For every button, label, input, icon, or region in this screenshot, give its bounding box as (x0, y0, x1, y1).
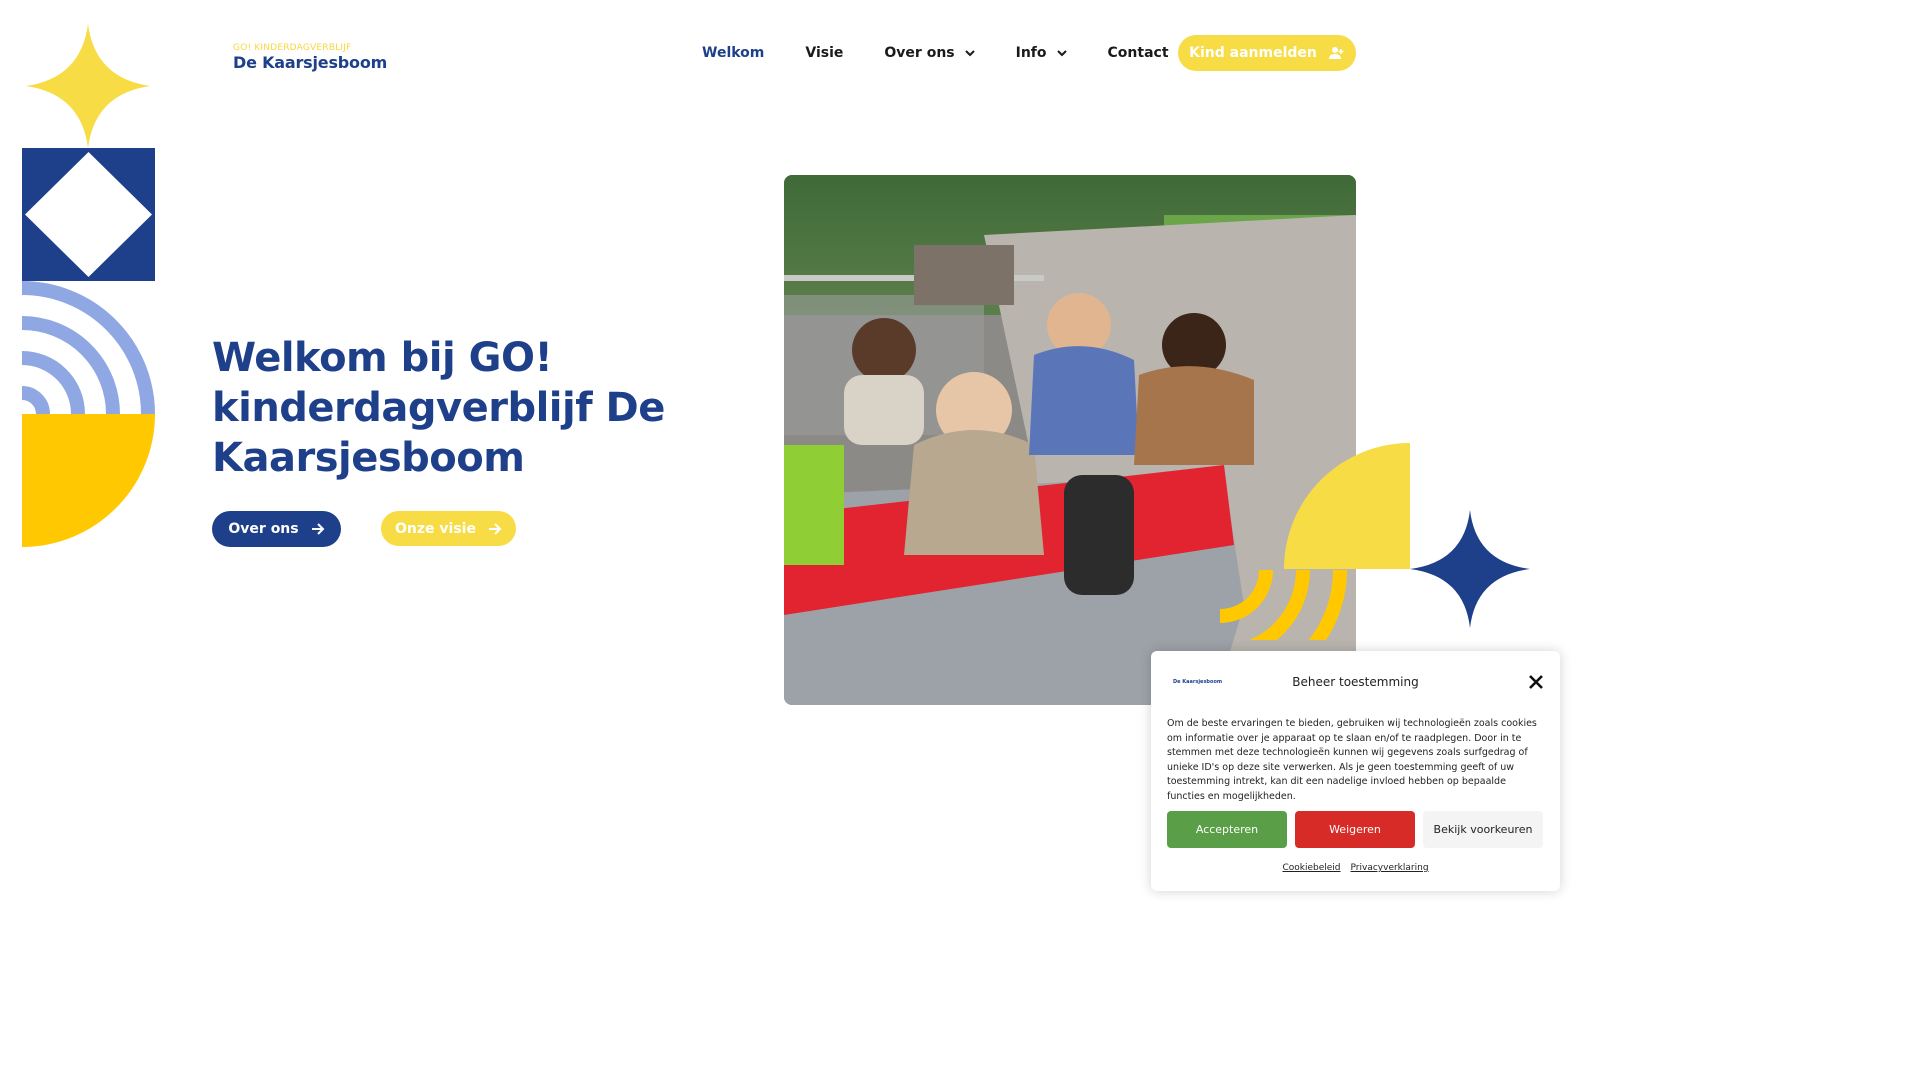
button-label: Onze visie (395, 520, 476, 537)
decorative-shapes-right (1219, 443, 1530, 640)
nav-item-label: Over ons (884, 45, 955, 61)
nav-item-label: Welkom (702, 45, 765, 61)
cookie-title: Beheer toestemming (1292, 675, 1419, 689)
nav-item-info[interactable]: Info (1016, 45, 1067, 61)
decorative-shapes-left (21, 24, 155, 547)
chevron-down-icon (964, 50, 975, 57)
nav-item-visie[interactable]: Visie (805, 45, 843, 61)
quarter-circle-shape (1284, 443, 1410, 569)
chevron-down-icon (1056, 50, 1067, 57)
privacyverklaring-link[interactable]: Privacyverklaring (1351, 863, 1429, 873)
nav-item-welkom[interactable]: Welkom (702, 45, 764, 61)
nav-item-contact[interactable]: Contact (1108, 45, 1169, 61)
cookie-actions: Accepteren Weigeren Bekijk voorkeuren (1167, 811, 1543, 848)
deny-button[interactable]: Weigeren (1295, 811, 1415, 848)
cookie-consent-dialog: De Kaarsjesboom Beheer toestemming Om de… (1151, 651, 1560, 891)
user-add-icon (1328, 47, 1344, 59)
nav-item-label: Info (1015, 45, 1047, 61)
cookie-links: Cookiebeleid Privacyverklaring (1151, 863, 1560, 873)
site-logo[interactable]: GO! KINDERDAGVERBLIJF De Kaarsjesboom (233, 43, 387, 72)
star-shape (1410, 510, 1530, 628)
cookiebeleid-link[interactable]: Cookiebeleid (1282, 863, 1340, 873)
preferences-button[interactable]: Bekijk voorkeuren (1423, 811, 1543, 848)
nav-item-over-ons[interactable]: Over ons (884, 45, 975, 61)
onze-visie-button[interactable]: Onze visie (381, 511, 516, 546)
arrow-right-icon (488, 522, 502, 535)
logo-name: De Kaarsjesboom (233, 53, 388, 72)
button-label: Over ons (228, 521, 299, 537)
cta-label: Kind aanmelden (1189, 45, 1317, 61)
nav-item-label: Visie (805, 45, 844, 61)
nav-item-label: Contact (1107, 45, 1169, 61)
over-ons-button[interactable]: Over ons (212, 511, 341, 547)
quarter-circle-shape (22, 414, 155, 547)
main-nav: Welkom Visie Over ons Info Contact (690, 35, 1210, 71)
accept-button[interactable]: Accepteren (1167, 811, 1287, 848)
arc-rings-shape (21, 281, 155, 415)
star-shape (26, 24, 150, 148)
close-icon[interactable] (1528, 674, 1544, 690)
arrow-right-icon (311, 523, 325, 535)
arc-rings-shape (1219, 569, 1347, 640)
kind-aanmelden-button[interactable]: Kind aanmelden (1178, 35, 1356, 71)
page-title: Welkom bij GO! kinderdagverblijf De Kaar… (212, 335, 665, 481)
cookie-description: Om de beste ervaringen te bieden, gebrui… (1167, 718, 1537, 802)
